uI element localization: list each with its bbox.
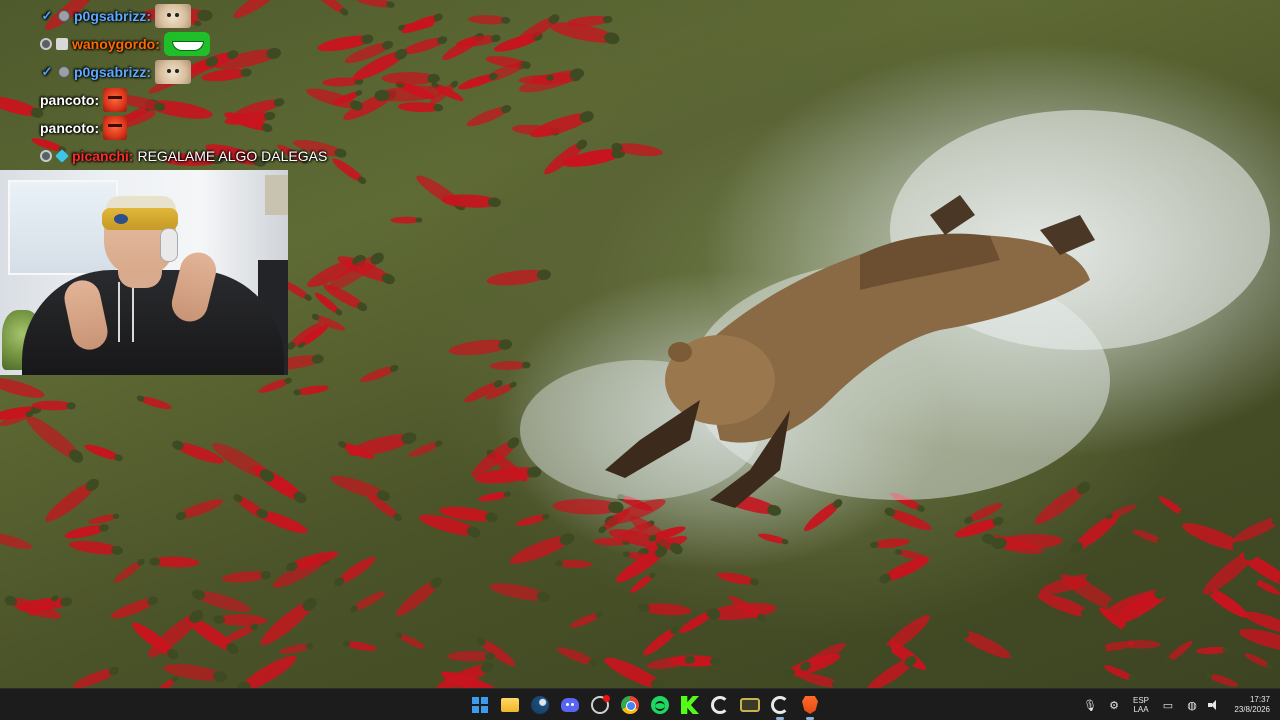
clock-time: 17:37: [1249, 695, 1270, 704]
taskbar-chrome[interactable]: [618, 693, 642, 717]
chat-message: ✓ p0gsabrizz:: [40, 2, 380, 30]
verified-check-icon: ✓: [41, 8, 53, 23]
discord-icon: [561, 698, 579, 712]
c-logo-icon: [771, 696, 789, 714]
grin-emote-icon: [163, 32, 210, 56]
language-indicator[interactable]: ESP LAA: [1130, 696, 1152, 714]
taskbar-discord[interactable]: [558, 693, 582, 717]
system-tray: 🎙 ⚙ ESP LAA ▭ ◍ 17:37 23/8/2026: [1082, 689, 1280, 720]
chrome-icon: [621, 696, 639, 714]
taskbar-brave[interactable]: [798, 693, 822, 720]
kick-icon: [681, 696, 699, 714]
cube-badge-icon: [55, 149, 69, 163]
taskbar-ccleaner-2[interactable]: [768, 693, 792, 720]
chat-message: pancoto:: [40, 86, 380, 114]
chat-username[interactable]: picanchi:: [72, 148, 133, 164]
speaker-icon[interactable]: [1208, 700, 1220, 710]
chat-message-text: REGALAME ALGO DALEGAS: [137, 148, 328, 164]
microphone-icon[interactable]: 🎙: [1082, 699, 1098, 712]
c-logo-icon: [711, 696, 729, 714]
moderator-badge-icon: [40, 150, 52, 162]
taskbar-file-explorer[interactable]: [498, 693, 522, 717]
clock-date: 23/8/2026: [1234, 705, 1270, 714]
language-layout: LAA: [1133, 705, 1149, 714]
taskbar-steam[interactable]: [528, 693, 552, 717]
folder-icon: [501, 698, 519, 712]
chat-username[interactable]: p0gsabrizz:: [74, 8, 151, 24]
headphone-icon: [160, 228, 178, 262]
taskbar-kick[interactable]: [678, 693, 702, 717]
hoodie-string: [118, 282, 120, 342]
moderator-badge-icon: [40, 38, 52, 50]
taskbar: 🎙 ⚙ ESP LAA ▭ ◍ 17:37 23/8/2026: [0, 688, 1280, 720]
chat-username[interactable]: pancoto:: [40, 120, 99, 136]
settings-gear-icon[interactable]: ⚙: [1106, 699, 1122, 712]
hoodie-string: [132, 282, 134, 342]
record-circle-icon: [591, 695, 610, 714]
spotify-icon: [651, 696, 669, 714]
taskbar-game-launcher[interactable]: [738, 693, 762, 717]
subscriber-badge-icon: [58, 66, 70, 78]
webcam-feed: [0, 170, 288, 375]
language-code: ESP: [1132, 696, 1149, 705]
network-globe-icon[interactable]: ◍: [1184, 699, 1200, 712]
cat-emote-icon: [155, 4, 192, 28]
verified-check-icon: ✓: [41, 64, 53, 79]
chat-message: ✓ p0gsabrizz:: [40, 58, 380, 86]
chat-username[interactable]: wanoygordo:: [72, 36, 160, 52]
chat-message: picanchi: REGALAME ALGO DALEGAS: [40, 142, 380, 170]
face-emote-icon: [103, 88, 128, 112]
monitor-icon[interactable]: ▭: [1160, 699, 1176, 712]
webcam-background-door: [265, 175, 288, 215]
steam-icon: [531, 696, 549, 714]
chat-message: pancoto:: [40, 114, 380, 142]
system-clock[interactable]: 17:37 23/8/2026: [1228, 695, 1270, 715]
subscriber-badge-icon: [58, 10, 70, 22]
start-button[interactable]: [468, 693, 492, 717]
chat-message: wanoygordo:: [40, 30, 380, 58]
cat-emote-icon: [155, 60, 192, 84]
taskbar-apps: [468, 689, 822, 720]
taskbar-ccleaner[interactable]: [708, 693, 732, 717]
webcam-background-window: [8, 180, 118, 275]
shield-badge-icon: [56, 38, 68, 50]
chat-username[interactable]: p0gsabrizz:: [74, 64, 151, 80]
taskbar-obs[interactable]: [588, 693, 612, 717]
gamepad-icon: [740, 698, 760, 712]
face-emote-icon: [103, 116, 128, 140]
headband-logo-icon: [114, 214, 128, 224]
windows-logo-icon: [472, 697, 488, 713]
brave-lion-icon: [802, 696, 818, 714]
stream-chat-overlay: ✓ p0gsabrizz: wanoygordo: ✓ p0gsabrizz: …: [40, 2, 380, 170]
chat-username[interactable]: pancoto:: [40, 92, 99, 108]
taskbar-spotify[interactable]: [648, 693, 672, 717]
